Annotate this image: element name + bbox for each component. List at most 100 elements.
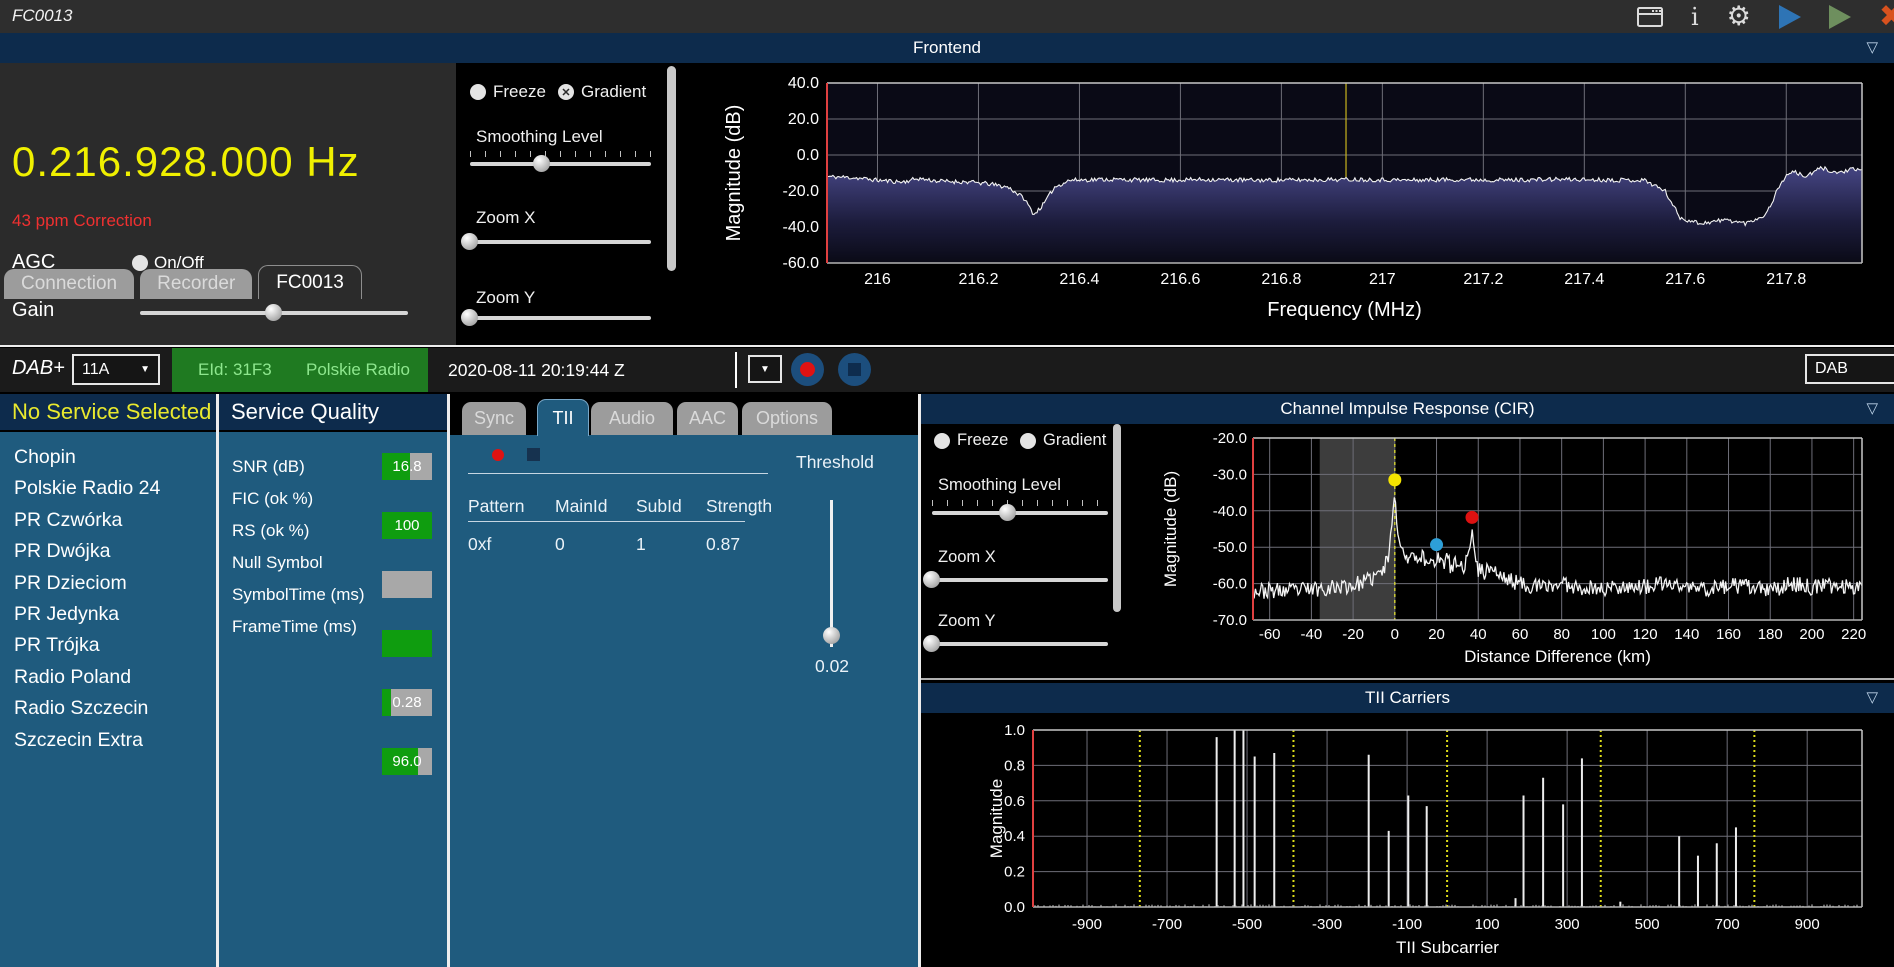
frontend-zoomx-slider[interactable] [461,233,651,250]
tuner-tab-recorder[interactable]: Recorder [140,269,253,299]
channel-select[interactable]: 11A ▼ [72,354,160,385]
cir-plot[interactable]: -20.0 -30.0 -40.0 -50.0 -60.0 -70.0 -60 -40 -20 0… [1130,424,1894,672]
decoder-tab-options[interactable]: Options [742,402,832,435]
service-list-item[interactable]: PR Dwójka [0,536,216,567]
svg-text:-60: -60 [1259,626,1281,643]
stop-button[interactable] [838,353,871,386]
decoder-tab-aac[interactable]: AAC [677,402,738,435]
tii-stop-indicator-icon[interactable] [527,448,540,461]
cir-collapse-icon[interactable]: ▽ [1866,394,1878,424]
gain-label: Gain [12,299,55,321]
cir-smoothing-ticks [932,500,1108,506]
cir-zoomx-handle[interactable] [923,571,940,588]
settings-gear-icon[interactable]: ⚙ [1727,3,1751,30]
tii-table-header: Pattern [468,496,525,516]
tuner-panel: 0.216.928.000 Hz 43 ppm Correction Conne… [0,63,456,346]
tii-record-indicator-icon[interactable] [492,449,504,461]
sq-row-value: 16.8 [392,458,422,475]
tii-table-cell: 0xf [468,534,492,554]
sq-row-value: 96.0 [392,753,422,770]
tuner-tab-fc0013[interactable]: FC0013 [258,265,362,299]
frontend-zoomy-label: Zoom Y [476,288,536,307]
service-list-item[interactable]: Szczecin Extra [0,725,216,756]
svg-text:900: 900 [1795,916,1820,933]
output-mode-value: DAB [1815,360,1848,377]
svg-text:-100: -100 [1392,916,1422,933]
record-button[interactable] [791,353,824,386]
cir-controls-scrollbar[interactable] [1113,424,1121,612]
svg-text:80: 80 [1553,626,1570,643]
frontend-freeze-toggle[interactable]: Freeze [470,82,546,102]
tii-table-cell: 1 [636,534,646,554]
decoder-tab-sync[interactable]: Sync [462,402,526,435]
gradient-radio-icon[interactable] [1020,432,1036,449]
record-options-dropdown[interactable]: ▼ [748,355,782,383]
svg-text:-300: -300 [1312,916,1342,933]
window-icon[interactable] [1636,6,1663,27]
frontend-collapse-icon[interactable]: ▽ [1866,33,1878,63]
svg-text:-20.0: -20.0 [1213,430,1247,447]
cir-smoothing-slider[interactable] [932,504,1108,521]
freeze-radio-icon[interactable] [934,432,950,449]
tii-carriers-collapse-icon[interactable]: ▽ [1866,683,1878,713]
decoder-tab-audio[interactable]: Audio [591,402,673,435]
sq-row-label: SymbolTime (ms) [232,585,365,604]
service-list-item[interactable]: Radio Szczecin [0,693,216,724]
frontend-smoothing-slider[interactable] [470,155,651,172]
gain-slider-handle[interactable] [265,304,282,321]
agc-toggle[interactable]: On/Off [132,253,204,273]
tii-divider [468,473,768,474]
frontend-zoomy-handle[interactable] [461,309,478,326]
sq-row-label: SNR (dB) [232,457,305,476]
service-list-item[interactable]: PR Czwórka [0,505,216,536]
cir-zoomy-label: Zoom Y [938,612,996,630]
frontend-zoomx-handle[interactable] [461,233,478,250]
play-green-icon[interactable] [1828,4,1851,29]
cir-freeze-toggle[interactable]: Freeze [934,431,1008,450]
gain-slider[interactable] [140,304,408,321]
tii-table-header: Strength [706,496,773,516]
output-mode-select[interactable]: DAB ▼ [1805,354,1894,384]
tii-table-cell: 0 [555,534,565,554]
gradient-radio-icon[interactable]: ✕ [558,84,574,100]
service-list-header: No Service Selected [0,394,216,430]
service-list-item[interactable]: PR Trójka [0,630,216,661]
service-list-item[interactable]: Radio Poland [0,662,216,693]
cir-zoomy-slider[interactable] [923,635,1108,652]
svg-text:0.8: 0.8 [1004,757,1025,774]
frontend-spectrum-plot[interactable]: 40.0 20.0 0.0 -20.0 -40.0 -60.0 216 216.2 216.4 2… [672,63,1894,346]
freeze-radio-icon[interactable] [470,84,486,100]
svg-text:-60.0: -60.0 [783,255,820,272]
tii-carriers-plot[interactable]: 1.0 0.8 0.6 0.4 0.2 0.0 -900 -700 -500 -300 -100 10… [922,713,1894,967]
service-list-item[interactable]: PR Jedynka [0,599,216,630]
info-icon[interactable]: i [1691,5,1699,29]
cir-smoothing-label: Smoothing Level [938,476,1061,494]
service-list-item[interactable]: Polskie Radio 24 [0,473,216,504]
frontend-smoothing-handle[interactable] [533,155,551,172]
threshold-slider[interactable] [822,500,840,647]
ppm-correction-text: 43 ppm Correction [12,211,152,230]
close-orange-icon[interactable]: ✖ [1879,1,1894,32]
dab-mode-label: DAB+ [12,357,65,379]
decoder-tab-tii[interactable]: TII [537,399,589,436]
threshold-slider-handle[interactable] [822,627,840,645]
svg-text:217.2: 217.2 [1463,271,1503,288]
cir-gradient-toggle[interactable]: Gradient [1020,431,1106,450]
timestamp: 2020-08-11 20:19:44 Z [448,360,625,380]
frontend-gradient-toggle[interactable]: ✕ Gradient [558,82,646,102]
svg-text:0.0: 0.0 [797,147,819,164]
cir-smoothing-handle[interactable] [998,504,1016,521]
frontend-zoomy-slider[interactable] [461,309,651,326]
cir-zoomx-slider[interactable] [923,571,1108,588]
svg-text:700: 700 [1715,916,1740,933]
svg-text:-70.0: -70.0 [1213,612,1247,629]
agc-radio-icon[interactable] [132,255,148,271]
dab-status-bar: DAB+ 11A ▼ EId: 31F3 Polskie Radio 2020-… [0,348,1894,392]
service-list-panel: Chopin Polskie Radio 24 PR Czwórka PR Dwójk… [0,432,216,967]
service-list-item[interactable]: PR Dzieciom [0,568,216,599]
cir-zoomy-handle[interactable] [923,635,940,652]
play-blue-icon[interactable] [1778,4,1801,29]
service-list-item[interactable]: Chopin [0,442,216,473]
service-quality-header: Service Quality [219,394,447,430]
svg-text:60: 60 [1512,626,1529,643]
